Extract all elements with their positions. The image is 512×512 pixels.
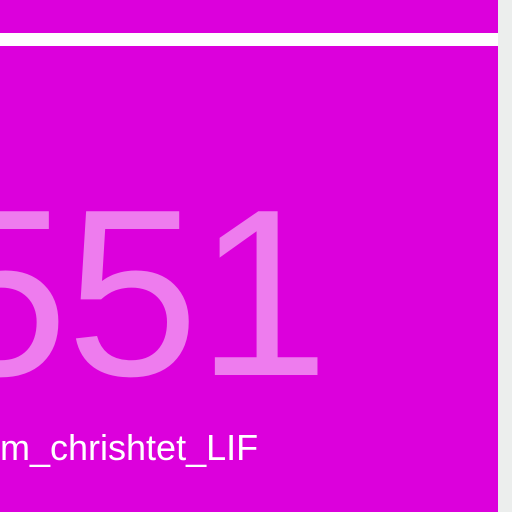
metric-label: m_chrishtet_LIF xyxy=(0,427,259,468)
dashboard-canvas: 551 m_chrishtet_LIF xyxy=(0,0,512,512)
metric-value: 551 xyxy=(0,161,329,426)
top-tile[interactable] xyxy=(0,0,498,33)
metric-tile[interactable]: 551 m_chrishtet_LIF xyxy=(0,46,498,512)
right-edge-strip xyxy=(498,0,512,512)
